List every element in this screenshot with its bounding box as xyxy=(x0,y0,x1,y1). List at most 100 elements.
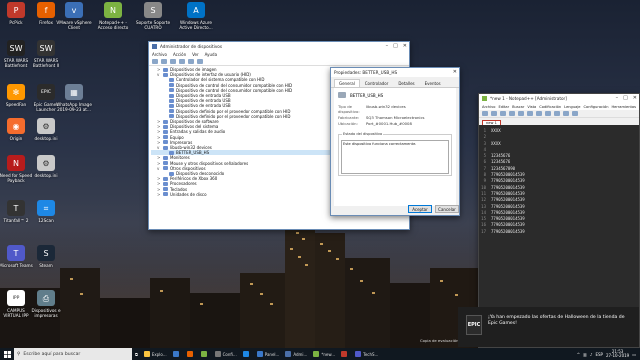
desktop-icon[interactable]: ▦ WhatsApp Image 2019-09-23 at... xyxy=(56,84,92,112)
desktop-icon[interactable]: ⚙ desktop.ini xyxy=(28,118,64,141)
taskbar-app-button[interactable]: TechS... xyxy=(352,348,381,360)
desktop-icon-label: 12Scan xyxy=(38,218,54,223)
notepadpp-menu-item[interactable]: Editar xyxy=(498,105,509,109)
taskbar-app-button[interactable]: Panel... xyxy=(254,348,283,360)
taskbar-app-label: TechS... xyxy=(363,351,379,357)
minimize-icon[interactable]: – xyxy=(616,95,619,101)
menu-ayuda[interactable]: Ayuda xyxy=(205,52,217,57)
close-icon[interactable]: ✕ xyxy=(403,43,407,49)
close-icon[interactable]: ✕ xyxy=(453,69,457,75)
clock[interactable]: 21:53 27-10-2019 xyxy=(606,349,629,359)
cut-icon[interactable] xyxy=(536,111,542,116)
taskbar-app-label: Panel... xyxy=(264,351,280,357)
taskbar-app-button[interactable] xyxy=(184,348,198,360)
tab-detalles[interactable]: Detalles xyxy=(393,79,419,87)
forward-icon[interactable] xyxy=(161,59,167,64)
taskbar-app-button[interactable]: *new... xyxy=(310,348,338,360)
status-textbox[interactable]: Este dispositivo funciona correctamente. xyxy=(341,140,449,174)
desktop-icon[interactable]: v VMware vSphere Client xyxy=(56,2,92,30)
notifications-icon[interactable]: ▭ xyxy=(632,352,636,357)
device-category-icon xyxy=(163,119,168,124)
task-view-button[interactable]: ⧉ xyxy=(132,348,141,360)
field-value: libusb-win32 devices xyxy=(366,104,406,109)
epic-toast-notification[interactable]: EPIC ¡Ya han empezado las ofertas de Hal… xyxy=(458,307,639,347)
network-icon[interactable]: ▥ xyxy=(583,352,587,357)
desktop-icon[interactable]: ⌗ 12Scan xyxy=(28,200,64,223)
language-indicator[interactable]: ESP xyxy=(595,352,602,357)
properties-dialog[interactable]: Propiedades: BETTER_USB_HS ✕ General Con… xyxy=(330,67,460,216)
properties-icon[interactable] xyxy=(170,59,176,64)
device-category-icon xyxy=(169,104,174,109)
help-icon[interactable] xyxy=(179,59,185,64)
notepadpp-menu-item[interactable]: Codificación xyxy=(539,105,561,109)
tab-new-1[interactable]: new 1 xyxy=(482,120,501,125)
paste-icon[interactable] xyxy=(554,111,560,116)
device-category-icon xyxy=(169,93,174,98)
chevron-down-icon[interactable]: v xyxy=(157,166,161,171)
redo-icon[interactable] xyxy=(572,111,578,116)
starwars2-icon: SW xyxy=(37,40,55,56)
taskbar-app-icon xyxy=(313,351,320,357)
close-file-icon[interactable] xyxy=(518,111,524,116)
new-file-icon[interactable] xyxy=(482,111,488,116)
notepadpp-menu-item[interactable]: Lenguaje xyxy=(564,105,580,109)
menu-archivo[interactable]: Archivo xyxy=(152,52,167,57)
close-icon[interactable]: ✕ xyxy=(633,95,637,101)
taskbar-app-button[interactable]: Explo... xyxy=(141,348,170,360)
window-title: Administrador de dispositivos xyxy=(160,44,223,49)
back-icon[interactable] xyxy=(152,59,158,64)
notepadpp-menu-item[interactable]: Configuración xyxy=(584,105,609,109)
editor-area[interactable]: 1 XXXX 2 3 XXXX 4 5 12345676 6 12345676 7 123456789… xyxy=(479,125,639,337)
desktop-icon[interactable]: ⚙ desktop.ini xyxy=(28,155,64,178)
cancel-button[interactable]: Cancelar xyxy=(435,205,459,213)
minimize-icon[interactable]: – xyxy=(386,43,389,49)
maximize-icon[interactable]: □ xyxy=(623,95,628,101)
tab-general[interactable]: General xyxy=(334,79,360,87)
desktop-icon[interactable]: S Steam xyxy=(28,245,64,268)
desktop-icon[interactable]: ⎙ Dispositivos e impresoras xyxy=(28,290,64,318)
chevron-down-icon[interactable]: v xyxy=(157,145,161,150)
taskbar-app-button[interactable] xyxy=(198,348,212,360)
desktop-icon[interactable]: A Windows Azure Active Directo... xyxy=(178,2,214,30)
notepadpp-menu-item[interactable]: Vista xyxy=(527,105,536,109)
taskbar-search-box[interactable]: ⚲ Escribe aquí para buscar xyxy=(14,348,132,360)
notepadpp-menu-item[interactable]: Buscar xyxy=(512,105,524,109)
print-icon[interactable] xyxy=(527,111,533,116)
tab-controlador[interactable]: Controlador xyxy=(360,79,394,87)
taskbar-app-button[interactable] xyxy=(170,348,184,360)
desktop-icon[interactable]: SW STAR WARS Battlefront II xyxy=(28,40,64,68)
device-manager-titlebar[interactable]: Administrador de dispositivos – □ ✕ xyxy=(149,42,409,51)
taskbar-app-button[interactable]: Admi... xyxy=(282,348,310,360)
taskbar-app-button[interactable] xyxy=(338,348,352,360)
save-all-icon[interactable] xyxy=(509,111,515,116)
device-category-icon xyxy=(163,72,168,77)
scan-icon: ⌗ xyxy=(37,200,55,216)
taskbar-app-button[interactable]: Confi... xyxy=(212,348,240,360)
properties-general-panel: BETTER_USB_HS Tipo de dispositivo: libus… xyxy=(334,88,456,206)
desktop-icon[interactable]: N Notepad++ - Acceso directo xyxy=(95,2,131,30)
notepadpp-menu-item[interactable]: Herramientas xyxy=(611,105,635,109)
undo-icon[interactable] xyxy=(563,111,569,116)
start-button[interactable] xyxy=(0,348,14,360)
save-icon[interactable] xyxy=(500,111,506,116)
notepadpp-menu-item[interactable]: Archivo xyxy=(482,105,495,109)
tab-eventos[interactable]: Eventos xyxy=(420,79,446,87)
notepadpp-titlebar[interactable]: *new 1 - Notepad++ [Administrator] – □ ✕ xyxy=(479,94,639,103)
volume-icon[interactable]: ♪ xyxy=(590,352,593,357)
monitor-icon[interactable] xyxy=(197,59,203,64)
maximize-icon[interactable]: □ xyxy=(393,43,398,49)
menu-accion[interactable]: Acción xyxy=(173,52,186,57)
menu-ver[interactable]: Ver xyxy=(192,52,199,57)
open-file-icon[interactable] xyxy=(491,111,497,116)
toast-message: ¡Ya han empezado las ofertas de Hallowee… xyxy=(488,315,625,326)
copy-icon[interactable] xyxy=(545,111,551,116)
scan-hardware-icon[interactable] xyxy=(188,59,194,64)
desktop-icon[interactable]: S Soporte Soporte CUATRO xyxy=(135,2,171,30)
tray-chevron-icon[interactable]: ^ xyxy=(577,352,580,357)
firefox-icon: f xyxy=(37,2,55,18)
taskbar-app-button[interactable] xyxy=(240,348,254,360)
properties-titlebar[interactable]: Propiedades: BETTER_USB_HS ✕ xyxy=(331,68,459,77)
chevron-right-icon[interactable]: > xyxy=(157,192,161,197)
chevron-down-icon[interactable]: v xyxy=(157,72,161,77)
ok-button[interactable]: Aceptar xyxy=(408,205,432,213)
